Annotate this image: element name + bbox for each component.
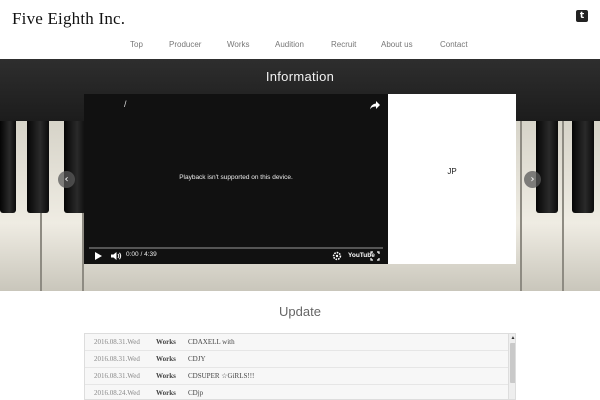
update-row[interactable]: 2016.08.24.Wed Works CDjp <box>85 385 508 399</box>
piano-black-key <box>64 121 86 213</box>
update-title[interactable]: CDSUPER ☆GiRLS!!! <box>188 372 254 380</box>
volume-icon[interactable] <box>110 250 122 262</box>
update-heading: Update <box>279 304 321 319</box>
nav-item-contact[interactable]: Contact <box>440 40 468 49</box>
nav-item-top[interactable]: Top <box>130 40 143 49</box>
update-date: 2016.08.31.Wed <box>94 355 140 363</box>
update-row[interactable]: 2016.08.31.Wed Works CDSUPER ☆GiRLS!!! <box>85 368 508 385</box>
nav-item-works[interactable]: Works <box>227 40 250 49</box>
update-scrollbar[interactable]: ▲ <box>508 334 515 399</box>
info-panel-text: JP <box>447 167 457 176</box>
update-row[interactable]: 2016.08.31.Wed Works CDAXELL with <box>85 334 508 351</box>
update-category: Works <box>156 355 176 363</box>
play-icon[interactable] <box>93 250 103 262</box>
nav-item-producer[interactable]: Producer <box>169 40 201 49</box>
piano-black-key <box>572 121 594 213</box>
hero-banner: Information / Playback isn't supported o… <box>0 59 600 291</box>
update-date: 2016.08.31.Wed <box>94 338 140 346</box>
share-icon[interactable] <box>368 98 382 112</box>
update-list: 2016.08.31.Wed Works CDAXELL with 2016.0… <box>84 333 516 400</box>
nav-item-audition[interactable]: Audition <box>275 40 304 49</box>
twitter-icon[interactable]: t <box>576 10 588 22</box>
carousel-next-button[interactable]: › <box>524 171 541 188</box>
info-panel: JP <box>388 94 516 264</box>
update-category: Works <box>156 372 176 380</box>
scroll-up-arrow-icon[interactable]: ▲ <box>509 334 515 342</box>
nav-item-recruit[interactable]: Recruit <box>331 40 356 49</box>
video-time: 0:00 / 4:39 <box>126 251 157 258</box>
video-progress-bar[interactable] <box>89 247 383 249</box>
piano-black-key <box>27 121 49 213</box>
update-category: Works <box>156 338 176 346</box>
fullscreen-icon[interactable] <box>370 250 380 262</box>
update-title[interactable]: CDJY <box>188 355 206 363</box>
update-date: 2016.08.31.Wed <box>94 372 140 380</box>
piano-black-key <box>0 121 16 213</box>
site-header: Five Eighth Inc. t Top Producer Works Au… <box>0 0 600 59</box>
video-player[interactable]: / Playback isn't supported on this devic… <box>84 94 388 264</box>
playback-message: Playback isn't supported on this device. <box>179 174 293 181</box>
site-logo[interactable]: Five Eighth Inc. <box>12 9 125 29</box>
carousel-prev-button[interactable]: ‹ <box>58 171 75 188</box>
nav-item-about-us[interactable]: About us <box>381 40 413 49</box>
piano-black-key <box>536 121 558 213</box>
update-row[interactable]: 2016.08.31.Wed Works CDJY <box>85 351 508 368</box>
update-title[interactable]: CDAXELL with <box>188 338 235 346</box>
update-date: 2016.08.24.Wed <box>94 389 140 397</box>
video-title: / <box>124 99 127 109</box>
settings-gear-icon[interactable] <box>332 250 342 262</box>
piano-key-gap <box>562 121 564 291</box>
piano-key-gap <box>520 121 522 291</box>
main-nav: Top Producer Works Audition Recruit Abou… <box>0 40 600 52</box>
update-title[interactable]: CDjp <box>188 389 203 397</box>
update-category: Works <box>156 389 176 397</box>
scrollbar-thumb[interactable] <box>510 343 515 383</box>
hero-title: Information <box>265 69 335 84</box>
